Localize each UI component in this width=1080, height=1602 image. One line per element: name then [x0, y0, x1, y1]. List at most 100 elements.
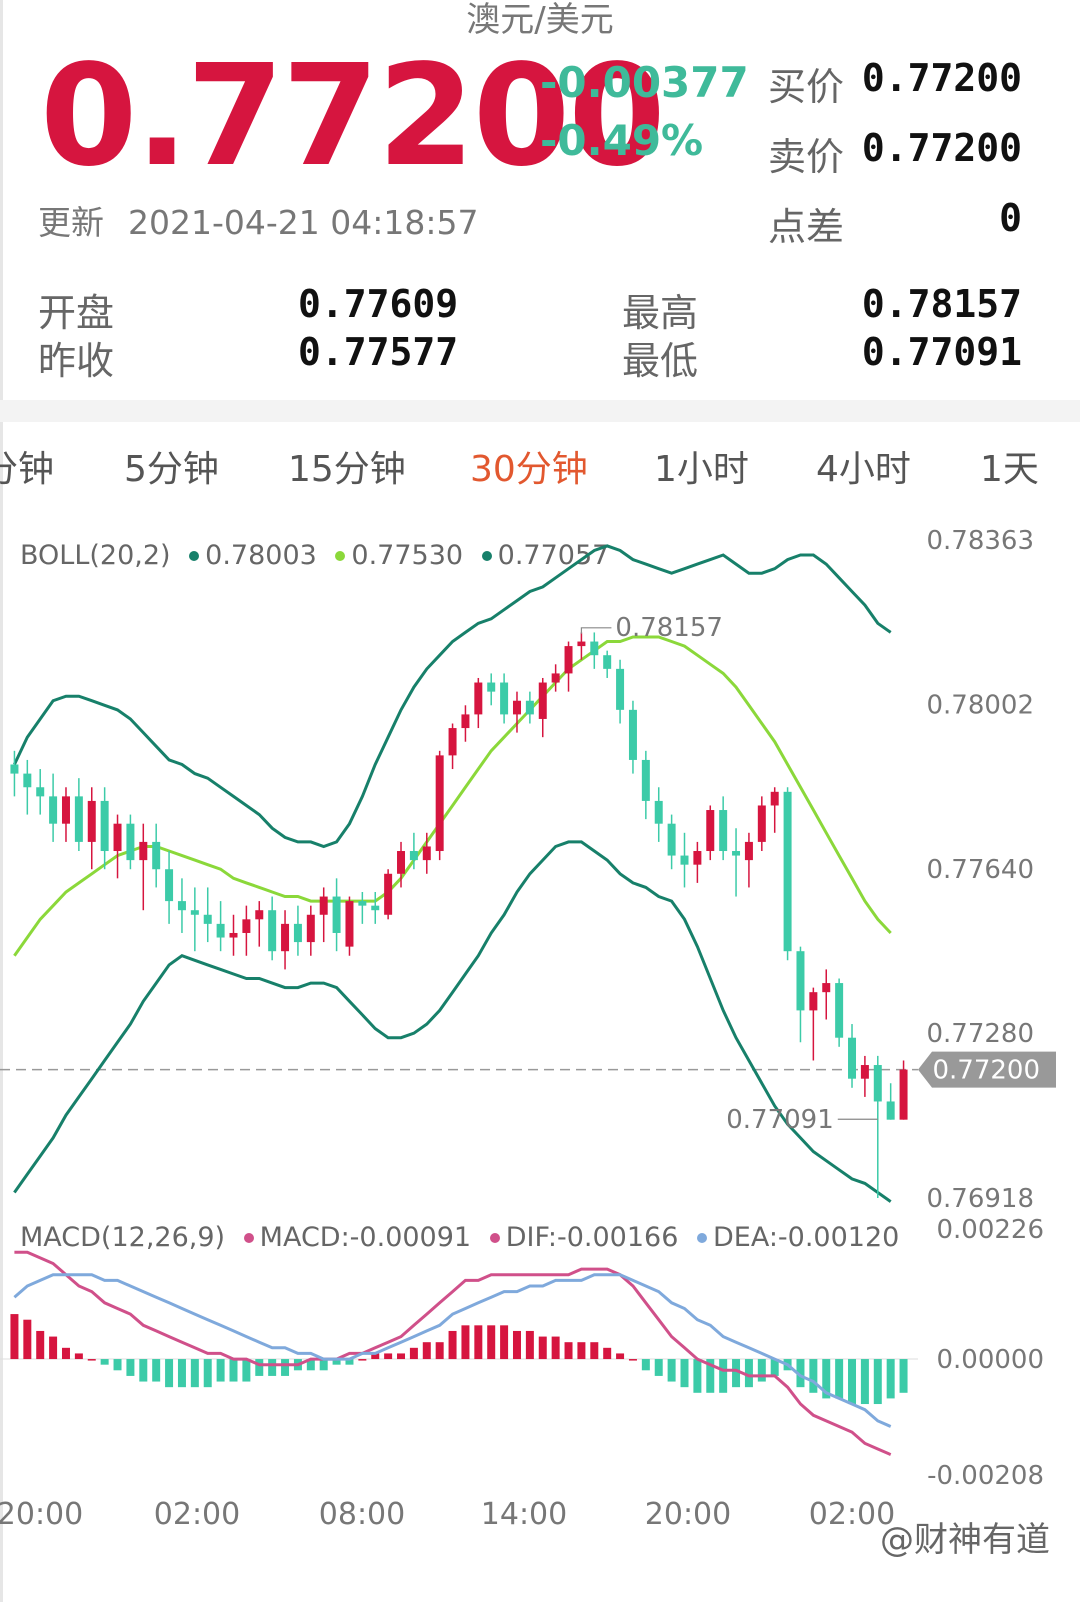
candle-body: [757, 805, 766, 842]
macd-bar: [190, 1359, 199, 1388]
macd-bar: [74, 1353, 83, 1360]
macd-bar: [848, 1359, 857, 1405]
candle-body: [203, 914, 212, 924]
candle-body: [422, 846, 431, 861]
macd-bar: [641, 1359, 650, 1371]
macd-bar: [474, 1325, 483, 1360]
candle-body: [126, 823, 135, 861]
candle-body: [744, 841, 753, 861]
candle-body: [216, 923, 225, 938]
candle-body: [487, 682, 496, 692]
macd-bar: [229, 1359, 238, 1382]
macd-bar: [384, 1353, 393, 1360]
time-axis-tick: 14:00: [481, 1497, 567, 1532]
time-axis-tick: 08:00: [319, 1497, 405, 1532]
candle-body: [783, 791, 792, 952]
macd-bar: [886, 1359, 895, 1399]
macd-bar: [693, 1359, 702, 1393]
candle-body: [796, 951, 805, 1011]
candle-body: [332, 896, 341, 933]
candle-body: [551, 673, 560, 683]
candle-body: [190, 910, 199, 915]
candle-body: [525, 700, 534, 715]
macd-bar: [577, 1342, 586, 1360]
macd-bar: [113, 1359, 122, 1371]
candle-body: [848, 1037, 857, 1079]
candle-body: [229, 932, 238, 938]
price-axis-tick: 0.77640: [926, 855, 1034, 885]
candle-body: [100, 800, 109, 852]
boll-mid-line: [13, 635, 892, 957]
macd-bar: [860, 1359, 869, 1405]
macd-bar: [719, 1359, 728, 1393]
candle-body: [281, 923, 290, 952]
macd-bar: [242, 1359, 251, 1382]
boll-lower-line: [13, 840, 892, 1203]
high-marker-label: 0.78157: [615, 613, 723, 643]
macd-bar: [461, 1325, 470, 1360]
candle-body: [564, 646, 573, 674]
macd-bar: [49, 1336, 58, 1360]
macd-bar: [216, 1359, 225, 1382]
macd-bar: [590, 1342, 599, 1360]
candle-body: [860, 1065, 869, 1079]
price-axis-tick: 0.77280: [926, 1019, 1034, 1049]
macd-axis-tick: 0.00226: [936, 1215, 1044, 1245]
candle-body: [358, 901, 367, 906]
candle-body: [500, 682, 509, 715]
macd-bar: [680, 1359, 689, 1388]
candle-body: [706, 810, 715, 852]
macd-bar: [616, 1353, 625, 1360]
macd-bar: [23, 1319, 32, 1360]
macd-bar: [152, 1359, 161, 1382]
macd-bar: [397, 1353, 406, 1360]
macd-bar: [500, 1325, 509, 1360]
candle-body: [667, 823, 676, 856]
candle-body: [10, 764, 19, 774]
candle-body: [873, 1065, 882, 1102]
candle-body: [435, 755, 444, 852]
macd-bar: [126, 1359, 135, 1376]
candle-body: [61, 796, 70, 824]
price-axis-tick: 0.78363: [926, 526, 1034, 556]
macd-bar: [899, 1359, 908, 1393]
macd-bar: [61, 1347, 70, 1360]
macd-axis-tick: 0.00000: [936, 1345, 1044, 1375]
candle-body: [23, 773, 32, 788]
candle-body: [732, 851, 741, 856]
macd-bar: [255, 1359, 264, 1376]
candle-body: [152, 841, 161, 870]
candle-body: [74, 796, 83, 842]
macd-bar: [139, 1359, 148, 1382]
candle-body: [165, 869, 174, 902]
candle-body: [693, 851, 702, 865]
time-axis-tick: 20:00: [645, 1497, 731, 1532]
macd-bar: [525, 1330, 534, 1360]
kline-chart[interactable]: 0.78363 0.78002 0.77640 0.77280 0.76918 0.772…: [0, 0, 1080, 1602]
candle-body: [319, 896, 328, 915]
macd-bar: [165, 1359, 174, 1388]
candle-body: [474, 682, 483, 715]
macd-bar: [177, 1359, 186, 1388]
macd-bar: [487, 1325, 496, 1360]
candle-body: [899, 1069, 908, 1120]
candle-body: [177, 901, 186, 911]
macd-bar: [281, 1359, 290, 1376]
high-marker-line: [580, 627, 612, 634]
candle-body: [36, 787, 45, 797]
candle-body: [809, 992, 818, 1011]
candle-body: [268, 910, 277, 952]
macd-bar: [667, 1359, 676, 1382]
candle-body: [49, 796, 58, 824]
macd-bar: [551, 1336, 560, 1360]
candle-body: [448, 728, 457, 756]
candle-body: [242, 919, 251, 933]
candle-body: [512, 700, 521, 715]
candle-body: [628, 709, 637, 760]
candle-body: [538, 682, 547, 719]
candle-body: [293, 923, 302, 943]
candle-body: [770, 791, 779, 806]
macd-bar: [319, 1359, 328, 1371]
candle-body: [835, 983, 844, 1038]
candle-body: [371, 905, 380, 911]
